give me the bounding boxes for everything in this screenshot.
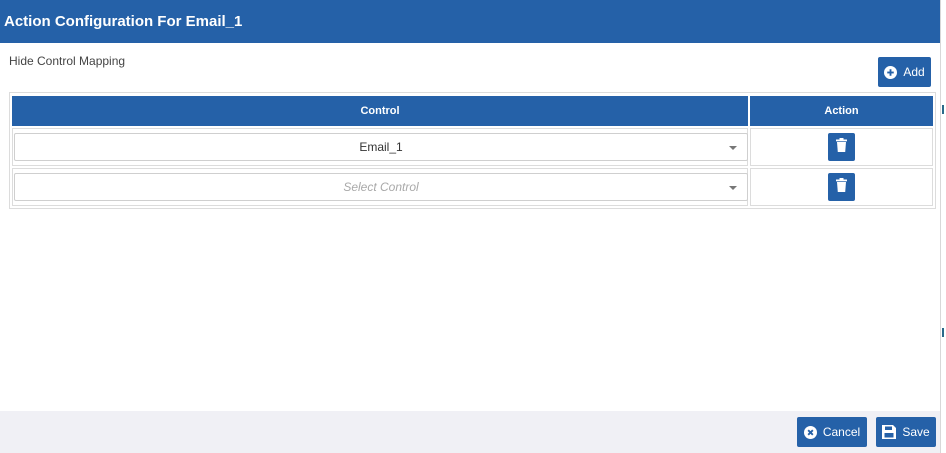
edge-mark xyxy=(942,105,944,114)
plus-circle-icon xyxy=(884,65,898,79)
edge-mark xyxy=(942,328,944,337)
table-row-action-cell xyxy=(750,128,933,166)
section-label: Hide Control Mapping xyxy=(9,54,126,68)
add-button[interactable]: Add xyxy=(878,57,931,87)
trash-icon xyxy=(836,137,847,157)
trash-icon xyxy=(836,177,847,197)
chevron-down-icon xyxy=(729,146,737,150)
action-configuration-dialog: Action Configuration For Email_1 Hide Co… xyxy=(0,0,941,453)
control-select-placeholder: Select Control xyxy=(343,180,419,194)
table-row-action-cell xyxy=(750,168,933,206)
table-row-control-cell: Select Control xyxy=(12,168,748,206)
column-header-action: Action xyxy=(750,96,933,126)
control-select[interactable]: Email_1 xyxy=(14,133,748,161)
control-select[interactable]: Select Control xyxy=(14,173,748,201)
table-row-control-cell: Email_1 xyxy=(12,128,748,166)
add-button-label: Add xyxy=(903,65,925,79)
save-button-label: Save xyxy=(902,425,930,439)
column-header-control: Control xyxy=(12,96,748,126)
x-circle-icon xyxy=(803,425,817,439)
chevron-down-icon xyxy=(729,186,737,190)
control-mapping-table: Control Action Email_1 Select Control xyxy=(9,92,936,209)
dialog-title: Action Configuration For Email_1 xyxy=(0,0,940,43)
cancel-button[interactable]: Cancel xyxy=(797,417,867,447)
background-edge xyxy=(941,0,946,453)
delete-row-button[interactable] xyxy=(828,133,855,161)
control-select-value: Email_1 xyxy=(359,140,403,154)
floppy-disk-icon xyxy=(882,425,897,439)
save-button[interactable]: Save xyxy=(876,417,936,447)
delete-row-button[interactable] xyxy=(828,173,855,201)
cancel-button-label: Cancel xyxy=(822,425,861,439)
